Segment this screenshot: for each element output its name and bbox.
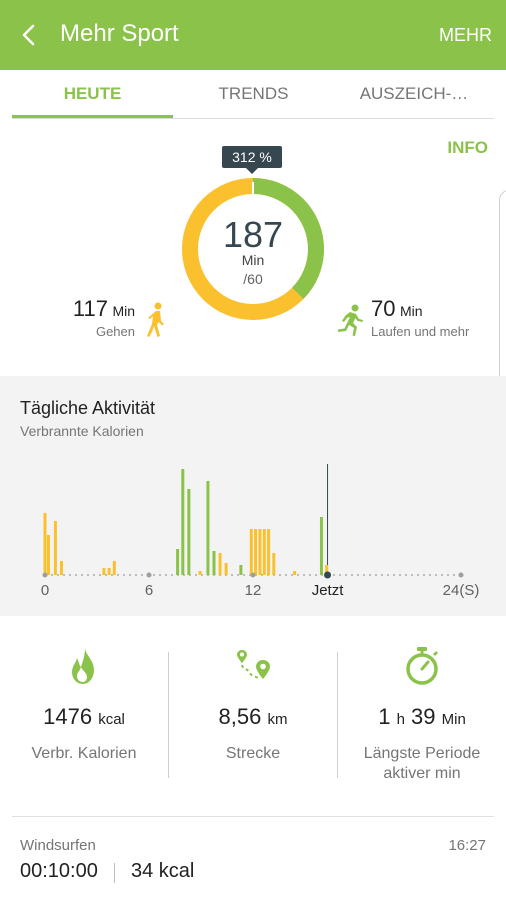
chart-bar [43, 513, 47, 575]
longest-minutes: 39 [411, 704, 436, 729]
tabs-divider [12, 118, 494, 119]
chart-tick-mark [324, 571, 332, 579]
more-button[interactable]: MEHR [439, 25, 492, 46]
route-icon [237, 650, 270, 679]
app-bar: Mehr Sport MEHR [0, 0, 506, 70]
chart-bar [254, 529, 258, 575]
stat-distance: 8,56 km Strecke [169, 616, 337, 816]
chart-bar [224, 563, 228, 575]
chart-tick-label: 6 [145, 582, 153, 599]
walking-summary: 117 Min Gehen [30, 296, 135, 339]
running-summary: 70 Min Laufen und mehr [371, 296, 501, 339]
chart-bar [53, 521, 57, 575]
calories-label: Verbr. Kalorien [31, 745, 137, 762]
chart-bar [293, 571, 297, 575]
longest-hours: 1 [378, 704, 391, 729]
chart-bar [272, 553, 276, 575]
log-duration: 00:10:00 [20, 860, 98, 882]
chart-bar [112, 561, 116, 575]
page-title: Mehr Sport [60, 20, 179, 47]
chart-tick-mark [146, 572, 152, 578]
chart-bar [249, 529, 253, 575]
chart-bar [176, 549, 180, 575]
back-arrow-icon[interactable] [14, 20, 44, 50]
running-person-icon [338, 304, 363, 336]
log-separator [114, 863, 115, 883]
tab-awards[interactable]: AUSZEICH-… [334, 70, 494, 120]
chart-bar [46, 535, 50, 575]
calories-bar-chart: 0 6 12 Jetzt 24(S) [41, 464, 480, 599]
running-value: 70 [371, 296, 396, 321]
walking-value: 117 [72, 296, 108, 321]
chart-bar [107, 568, 111, 575]
goal-minutes: /60 [243, 271, 263, 287]
distance-number: 8,56 [218, 704, 262, 729]
tab-today[interactable]: HEUTE [12, 70, 173, 120]
walking-label: Gehen [95, 324, 135, 339]
activity-summary: INFO 312 % 187 Min /60 117 Min Gehen 70 … [0, 120, 506, 376]
stat-calories: 1476 kcal Verbr. Kalorien [0, 616, 168, 816]
distance-value: 8,56 km [169, 704, 337, 730]
chart-tick-label: Jetzt [312, 582, 345, 599]
chart-bar [239, 565, 243, 575]
chart-tick-label: 24(S) [443, 582, 480, 599]
log-time: 16:27 [448, 837, 486, 854]
chart-bar [187, 489, 191, 575]
chart-bar [198, 571, 202, 575]
longest-hours-unit: h [396, 711, 405, 728]
chart-bar [258, 529, 262, 575]
chart-bar [267, 529, 271, 575]
log-activity-name: Windsurfen [20, 837, 96, 854]
chart-bar [218, 553, 222, 575]
chart-bar [102, 568, 106, 575]
distance-unit: km [267, 711, 288, 728]
chart-bar [59, 561, 63, 575]
edge-panel-handle[interactable] [499, 190, 506, 400]
calories-unit: kcal [98, 711, 125, 728]
chart-bar [262, 529, 266, 575]
daily-activity-card: Tägliche Aktivität Verbrannte Kalorien 0… [0, 376, 506, 616]
calories-number: 1476 [43, 704, 93, 729]
longest-period-value: 1 h 39 Min [338, 704, 506, 730]
longest-minutes-unit: Min [441, 711, 466, 728]
goal-percent-badge: 312 % [222, 146, 282, 168]
flame-icon [72, 648, 94, 684]
badge-pointer [246, 168, 258, 174]
chart-tick-mark [458, 572, 464, 578]
tab-bar: HEUTE TRENDS AUSZEICH-… [0, 70, 506, 120]
chart-tick-label: 0 [41, 582, 49, 599]
stopwatch-icon [406, 647, 438, 685]
chart-bar [181, 469, 185, 575]
chart-tick-mark [250, 572, 256, 578]
calories-value: 1476 kcal [0, 704, 168, 730]
log-calories: 34 kcal [131, 860, 195, 882]
total-minutes-unit: Min [241, 252, 265, 268]
chart-bar [212, 551, 216, 575]
tab-trends[interactable]: TRENDS [173, 70, 334, 120]
chart-bar [206, 481, 210, 575]
walking-unit: Min [112, 303, 135, 319]
distance-label: Strecke [225, 745, 281, 762]
longest-period-label: Längste Periode aktiver min [363, 745, 481, 782]
walking-person-icon [147, 302, 164, 337]
total-minutes: 187 [222, 214, 284, 255]
stat-longest-period: 1 h 39 Min Längste Periode aktiver min [338, 616, 506, 816]
chart-tick-mark [42, 572, 48, 578]
info-button[interactable]: INFO [447, 138, 488, 158]
chart-tick-label: 12 [245, 582, 262, 599]
activity-log-entry[interactable]: Windsurfen 16:27 00:10:00 34 kcal [0, 817, 506, 900]
stats-row: 1476 kcal Verbr. Kalorien 8,56 km Streck… [0, 616, 506, 816]
running-label: Laufen und mehr [371, 324, 470, 339]
chart-bar [319, 517, 323, 575]
running-unit: Min [399, 303, 423, 319]
